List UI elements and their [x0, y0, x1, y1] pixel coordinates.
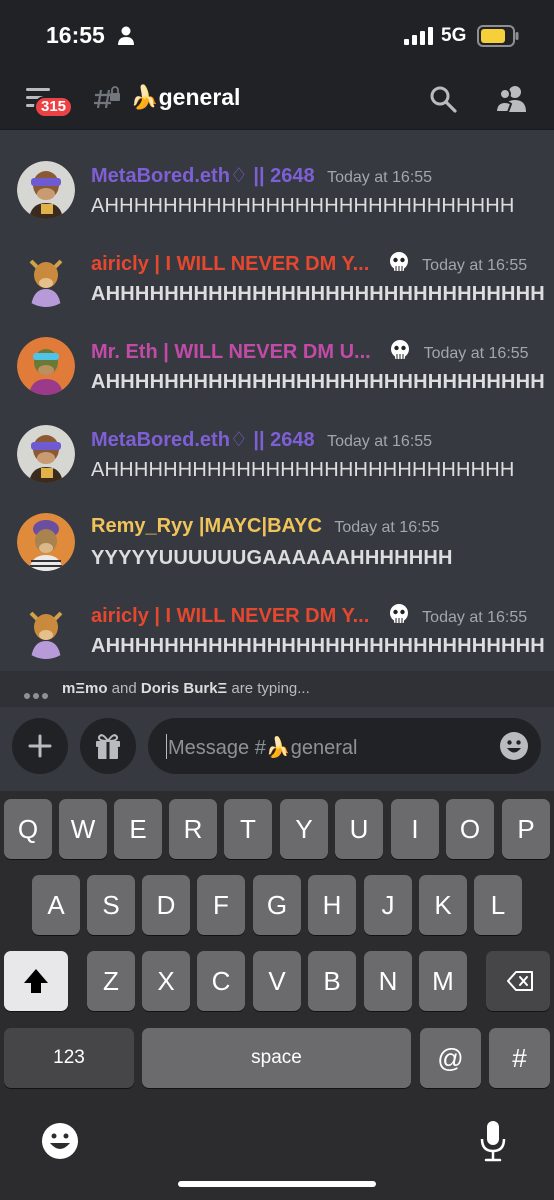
battery-icon [477, 25, 519, 47]
timestamp: Today at 16:55 [327, 169, 433, 186]
key-j[interactable]: J [364, 875, 412, 935]
timestamp: Today at 16:55 [422, 609, 528, 626]
message-text: AHHHHHHHHHHHHHHHHHHHHHHHHHHHHHH [91, 635, 545, 657]
status-time: 16:55 [46, 22, 105, 48]
author-name[interactable]: airicly | I WILL NEVER DM Y... [91, 605, 369, 627]
user-avatar[interactable] [17, 161, 75, 219]
message-item[interactable]: MetaBored.eth♢ || 2648 Today at 16:55 AH… [0, 161, 554, 249]
timestamp: Today at 16:55 [334, 519, 440, 536]
user-avatar[interactable] [17, 249, 75, 307]
key-y[interactable]: Y [280, 799, 328, 859]
timestamp: Today at 16:55 [422, 257, 528, 274]
text-caret [166, 734, 167, 759]
key-g[interactable]: G [253, 875, 301, 935]
channel-title: 🍌general [130, 84, 241, 110]
hash-key[interactable]: # [489, 1028, 550, 1088]
message-item[interactable]: MetaBored.eth♢ || 2648 Today at 16:55 AH… [0, 425, 554, 513]
author-name[interactable]: MetaBored.eth♢ || 2648 [91, 165, 315, 187]
typing-user: Doris BurkΞ [140, 680, 228, 697]
key-t[interactable]: T [224, 799, 272, 859]
gift-icon [96, 734, 120, 759]
key-h[interactable]: H [308, 875, 356, 935]
message-item[interactable]: Mr. Eth | WILL NEVER DM U... Today at 16… [0, 337, 554, 425]
message-input[interactable]: Message #🍌general [148, 718, 541, 774]
key-x[interactable]: X [142, 951, 190, 1011]
signal-icon [404, 27, 433, 45]
shift-key[interactable] [4, 951, 68, 1011]
emoji-keyboard-icon[interactable] [40, 1121, 80, 1161]
ape-skull-icon [389, 604, 408, 623]
message-text: AHHHHHHHHHHHHHHHHHHHHHHHHHHHHHH [91, 283, 545, 305]
key-q[interactable]: Q [4, 799, 52, 859]
key-w[interactable]: W [59, 799, 107, 859]
ape-skull-icon [389, 252, 408, 271]
microphone-icon[interactable] [478, 1119, 508, 1163]
key-a[interactable]: A [32, 875, 80, 935]
message-text: YYYYYUUUUUUGAAAAAAHHHHHHH [91, 547, 453, 569]
plus-icon [28, 734, 52, 758]
key-r[interactable]: R [169, 799, 217, 859]
user-avatar[interactable] [17, 513, 75, 571]
key-s[interactable]: S [87, 875, 135, 935]
key-v[interactable]: V [253, 951, 301, 1011]
key-o[interactable]: O [446, 799, 494, 859]
key-l[interactable]: L [474, 875, 522, 935]
message-composer: Message #🍌general [0, 707, 554, 791]
backspace-icon [507, 971, 533, 991]
message-item[interactable]: airicly | I WILL NEVER DM Y... Today at … [0, 601, 554, 671]
add-attachment-button[interactable] [12, 718, 68, 774]
key-i[interactable]: I [391, 799, 439, 859]
key-n[interactable]: N [364, 951, 412, 1011]
typing-text: mΞmo and Doris BurkΞ are typing... [62, 680, 310, 697]
author-name[interactable]: MetaBored.eth♢ || 2648 [91, 429, 315, 451]
status-bar: 16:55 5G [0, 0, 554, 72]
key-k[interactable]: K [419, 875, 467, 935]
user-avatar[interactable] [17, 337, 75, 395]
space-key[interactable]: space [142, 1028, 411, 1088]
user-avatar[interactable] [17, 601, 75, 659]
timestamp: Today at 16:55 [423, 345, 529, 362]
message-item[interactable]: Remy_Ryy |MAYC|BAYC Today at 16:55 YYYYY… [0, 513, 554, 601]
timestamp: Today at 16:55 [327, 433, 433, 450]
author-name[interactable]: airicly | I WILL NEVER DM Y... [91, 253, 369, 275]
author-name[interactable]: Mr. Eth | WILL NEVER DM U... [91, 341, 371, 363]
message-text: AHHHHHHHHHHHHHHHHHHHHHHHHHHHH [91, 195, 515, 217]
numbers-key[interactable]: 123 [4, 1028, 134, 1088]
ape-skull-icon [391, 340, 410, 359]
key-b[interactable]: B [308, 951, 356, 1011]
shift-arrow-icon [24, 969, 48, 993]
locked-hash-icon [94, 86, 120, 109]
gift-button[interactable] [80, 718, 136, 774]
notification-badge: 315 [34, 96, 74, 118]
at-key[interactable]: @ [420, 1028, 481, 1088]
key-e[interactable]: E [114, 799, 162, 859]
keyboard: Q W E R T Y U I O P A S D F G H J K L Z … [0, 791, 554, 1200]
key-p[interactable]: P [502, 799, 550, 859]
key-z[interactable]: Z [87, 951, 135, 1011]
key-c[interactable]: C [197, 951, 245, 1011]
typing-indicator: mΞmo and Doris BurkΞ are typing... [0, 671, 554, 707]
home-indicator[interactable] [178, 1181, 376, 1187]
backspace-key[interactable] [486, 951, 550, 1011]
key-u[interactable]: U [335, 799, 383, 859]
emoji-icon[interactable] [499, 731, 529, 761]
key-d[interactable]: D [142, 875, 190, 935]
key-m[interactable]: M [419, 951, 467, 1011]
key-f[interactable]: F [197, 875, 245, 935]
user-avatar[interactable] [17, 425, 75, 483]
author-name[interactable]: Remy_Ryy |MAYC|BAYC [91, 515, 322, 537]
members-icon[interactable] [494, 84, 528, 114]
message-item[interactable]: airicly | I WILL NEVER DM Y... Today at … [0, 249, 554, 337]
search-icon[interactable] [428, 84, 458, 114]
message-text: AHHHHHHHHHHHHHHHHHHHHHHHHHHHHHH [91, 371, 545, 393]
network-type: 5G [441, 25, 467, 46]
message-text: AHHHHHHHHHHHHHHHHHHHHHHHHHHHH [91, 459, 515, 481]
typing-user: mΞmo [62, 680, 108, 697]
person-icon [118, 26, 134, 45]
message-placeholder: Message #🍌general [168, 737, 358, 759]
channel-header: 315 🍌general [0, 72, 554, 130]
message-list[interactable]: MetaBored.eth♢ || 2648 Today at 16:55 AH… [0, 131, 554, 671]
typing-dots-icon [24, 686, 51, 704]
